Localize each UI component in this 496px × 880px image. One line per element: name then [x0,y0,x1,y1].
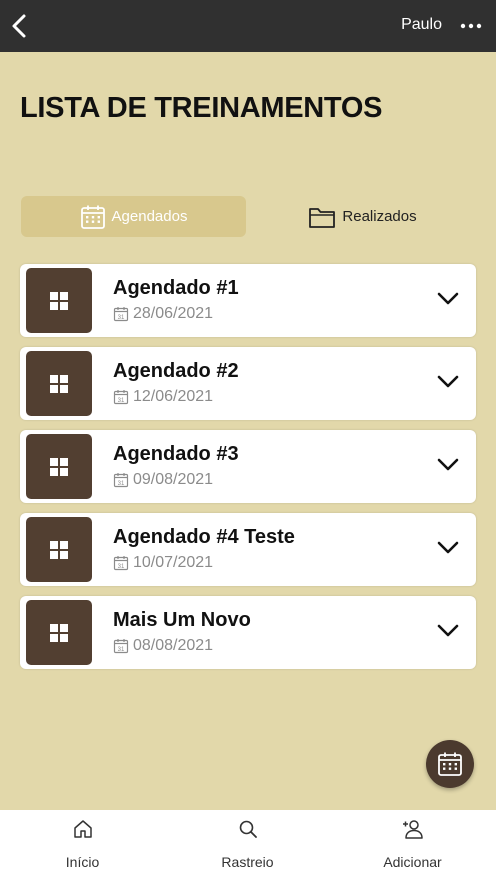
training-date-text: 10/07/2021 [133,554,214,571]
calendar-small-icon: 31 [113,473,129,488]
nav-item-add-label: Adicionar [383,854,442,870]
chevron-down-icon[interactable] [437,374,459,390]
svg-text:31: 31 [118,647,125,653]
search-icon [239,820,257,838]
nav-item-tracking-label: Rastreio [221,854,274,870]
calendar-small-icon: 31 [113,307,129,322]
grid-icon [50,292,68,310]
training-card[interactable]: Agendado #3 31 09/08/2021 [20,430,476,503]
add-user-icon [402,820,423,839]
chevron-down-icon[interactable] [437,457,459,473]
nav-item-home-label: Início [65,854,100,870]
training-card[interactable]: Agendado #1 31 28/06/2021 [20,264,476,337]
training-card[interactable]: Agendado #2 31 12/06/2021 [20,347,476,420]
training-thumbnail [26,351,92,416]
training-date: 31 28/06/2021 [113,305,213,323]
training-date: 31 12/06/2021 [113,388,213,406]
nav-item-add[interactable]: Adicionar [330,810,495,880]
training-title: Mais Um Novo [113,609,251,631]
grid-icon [50,375,68,393]
bottom-navigation: Início Rastreio Adicionar [0,810,496,880]
tab-completed[interactable]: Realizados [250,196,475,237]
training-thumbnail [26,434,92,499]
chevron-left-icon [12,14,26,38]
chevron-down-icon[interactable] [437,291,459,307]
training-title: Agendado #3 [113,443,239,465]
chevron-down-icon[interactable] [437,540,459,556]
tab-scheduled[interactable]: Agendados [21,196,246,237]
tab-completed-label: Realizados [342,208,417,225]
calendar-small-icon: 31 [113,639,129,654]
top-bar: Paulo [0,0,496,52]
training-title: Agendado #1 [113,277,239,299]
calendar-icon [438,752,462,776]
grid-icon [50,541,68,559]
training-date-text: 09/08/2021 [133,471,214,488]
training-thumbnail [26,600,92,665]
folder-icon [309,207,336,228]
nav-item-tracking[interactable]: Rastreio [165,810,330,880]
user-name[interactable]: Paulo [401,16,442,34]
calendar-icon [80,205,105,229]
chevron-down-icon[interactable] [437,623,459,639]
tab-scheduled-label: Agendados [111,208,188,225]
svg-text:31: 31 [118,564,125,570]
more-horizontal-icon [460,23,482,29]
training-card[interactable]: Mais Um Novo 31 08/08/2021 [20,596,476,669]
training-date: 31 09/08/2021 [113,471,213,489]
training-date-text: 08/08/2021 [133,637,214,654]
more-options-button[interactable] [458,14,484,38]
home-icon [73,820,92,838]
training-title: Agendado #4 Teste [113,526,295,548]
training-title: Agendado #2 [113,360,239,382]
calendar-small-icon: 31 [113,556,129,571]
training-date-text: 28/06/2021 [133,305,214,322]
svg-text:31: 31 [118,315,125,321]
svg-text:31: 31 [118,481,125,487]
training-date: 31 08/08/2021 [113,637,213,655]
training-thumbnail [26,517,92,582]
schedule-fab-button[interactable] [426,740,474,788]
training-card[interactable]: Agendado #4 Teste 31 10/07/2021 [20,513,476,586]
training-thumbnail [26,268,92,333]
nav-item-home[interactable]: Início [0,810,165,880]
page-title: LISTA DE TREINAMENTOS [20,92,383,124]
grid-icon [50,624,68,642]
back-button[interactable] [8,10,36,42]
svg-text:31: 31 [118,398,125,404]
training-date: 31 10/07/2021 [113,554,213,572]
training-date-text: 12/06/2021 [133,388,214,405]
grid-icon [50,458,68,476]
calendar-small-icon: 31 [113,390,129,405]
